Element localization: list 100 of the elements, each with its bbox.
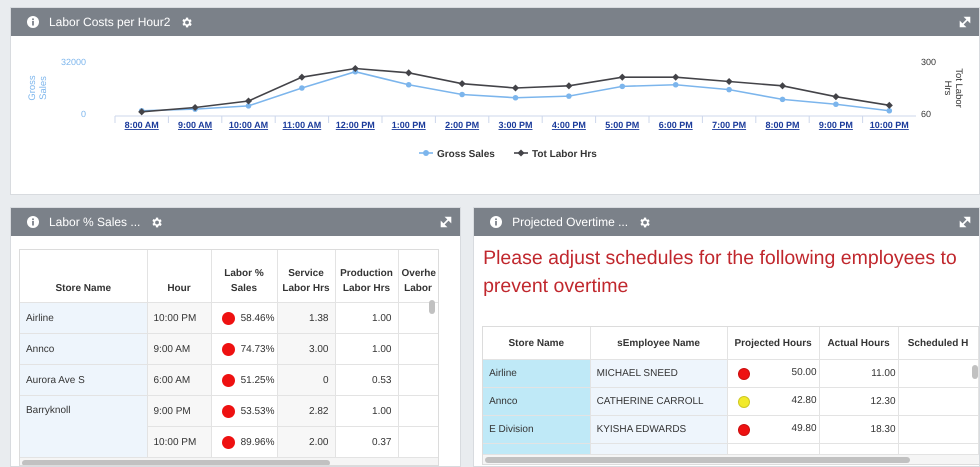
table-cell: 2.00 <box>277 426 335 458</box>
point <box>726 78 733 86</box>
table-cell: Aurora Ave S <box>20 364 147 396</box>
table-cell: 53.53% <box>240 406 274 417</box>
x-axis-label[interactable]: 12:00 PM <box>336 120 375 130</box>
x-axis-label[interactable]: 9:00 PM <box>818 120 853 130</box>
y-tick-label: 300 <box>921 57 936 67</box>
dot-legend-icon <box>419 150 433 156</box>
x-axis-label[interactable]: 10:00 PM <box>870 120 909 130</box>
table-cell: 2.82 <box>277 396 335 426</box>
point <box>298 74 306 81</box>
panel-title: Labor Costs per Hour2 <box>49 15 170 29</box>
info-icon[interactable] <box>27 216 39 228</box>
vertical-scrollbar[interactable] <box>429 300 435 314</box>
table-cell: 10:00 PM <box>147 426 211 458</box>
y-tick-label: 32000 <box>60 57 86 67</box>
table-cell: 12.30 <box>819 388 898 416</box>
panel-title: Labor % Sales ... <box>49 215 140 229</box>
point <box>780 96 786 102</box>
x-axis-label[interactable]: 10:00 AM <box>228 120 268 130</box>
settings-icon[interactable] <box>638 216 652 228</box>
point <box>512 94 518 101</box>
settings-icon[interactable] <box>180 16 194 28</box>
y-tick-label: 0 <box>80 109 86 119</box>
expand-icon[interactable] <box>959 16 971 28</box>
table-cell: 58.46% <box>240 312 274 324</box>
point <box>512 84 520 92</box>
point <box>406 82 412 88</box>
settings-icon[interactable] <box>150 216 164 228</box>
table-cell: 3.00 <box>277 334 335 364</box>
table-cell: E Division <box>483 416 590 444</box>
point <box>778 82 786 90</box>
table-cell: KYISHA EDWARDS <box>590 416 728 444</box>
point <box>886 108 892 114</box>
x-axis-label[interactable]: 1:00 PM <box>392 120 426 130</box>
x-axis-label[interactable]: 5:00 PM <box>605 120 640 130</box>
expand-icon[interactable] <box>959 216 971 228</box>
point <box>618 74 626 81</box>
table-cell: 50.00 <box>792 367 817 378</box>
horizontal-scrollbar[interactable] <box>22 460 330 465</box>
x-axis-label[interactable]: 11:00 AM <box>282 120 322 130</box>
legend-label[interactable]: Gross Sales <box>437 149 495 160</box>
table-cell: 0.37 <box>335 426 398 458</box>
table-cell: 0 <box>277 364 335 396</box>
x-axis-label[interactable]: 4:00 PM <box>552 120 586 130</box>
table-cell: Annco <box>483 388 590 416</box>
table-cell: 42.80 <box>792 395 817 406</box>
table-cell: CATHERINE CARROLL <box>590 388 728 416</box>
table-cell: 9:00 PM <box>147 396 211 426</box>
table-cell: Airline <box>20 302 147 334</box>
point <box>352 64 359 72</box>
left-axis-title: Gross Sales <box>27 75 49 101</box>
point <box>192 104 199 112</box>
table-cell: 1.00 <box>335 334 398 364</box>
table-cell: 11.00 <box>819 360 898 388</box>
table-cell: Barryknoll <box>20 396 147 458</box>
point <box>832 93 840 100</box>
table-cell: MICHAEL SNEED <box>590 360 728 388</box>
point <box>405 69 412 76</box>
point <box>672 82 678 88</box>
diamond-legend-icon <box>514 149 528 157</box>
table-cell: 1.00 <box>335 302 398 334</box>
y-tick-label: 60 <box>921 109 932 119</box>
table-cell: 51.25% <box>240 374 274 386</box>
point <box>244 97 252 105</box>
point <box>620 84 626 90</box>
point <box>886 102 893 109</box>
warning-message: Please adjust schedules for the following employees to prevent overtime <box>482 246 958 299</box>
x-axis-label[interactable]: 2:00 PM <box>445 120 480 130</box>
horizontal-scrollbar[interactable] <box>485 456 910 462</box>
x-axis-label[interactable]: 8:00 PM <box>766 120 800 130</box>
vertical-scrollbar[interactable] <box>972 365 978 379</box>
table-cell: 0.53 <box>335 364 398 396</box>
x-axis-label[interactable]: 6:00 PM <box>658 120 693 130</box>
legend-label[interactable]: Tot Labor Hrs <box>532 149 597 160</box>
table-cell: Annco <box>20 334 147 364</box>
point <box>459 92 465 98</box>
panel-title: Projected Overtime ... <box>512 215 628 229</box>
table-cell: 89.96% <box>240 436 274 448</box>
table-cell: 1.38 <box>277 302 335 334</box>
info-icon[interactable] <box>490 216 502 228</box>
expand-icon[interactable] <box>440 216 452 228</box>
point <box>566 93 572 99</box>
x-axis-label[interactable]: 8:00 AM <box>124 120 159 130</box>
point <box>565 82 572 90</box>
right-axis-title: Tot Labor Hrs <box>942 68 964 108</box>
point <box>672 74 680 81</box>
table-cell: Airline <box>483 360 590 388</box>
point <box>299 85 305 91</box>
x-axis-label[interactable]: 3:00 PM <box>498 120 532 130</box>
table-cell: 10:00 PM <box>147 302 211 334</box>
table-cell: 49.80 <box>792 423 817 434</box>
table-cell: 6:00 AM <box>147 364 211 396</box>
info-icon[interactable] <box>27 16 39 28</box>
x-axis-label[interactable]: 7:00 PM <box>712 120 746 130</box>
point <box>833 101 839 108</box>
point <box>458 80 466 88</box>
x-axis-label[interactable]: 9:00 AM <box>178 120 212 130</box>
table-cell: 1.00 <box>335 396 398 426</box>
point <box>726 86 732 92</box>
